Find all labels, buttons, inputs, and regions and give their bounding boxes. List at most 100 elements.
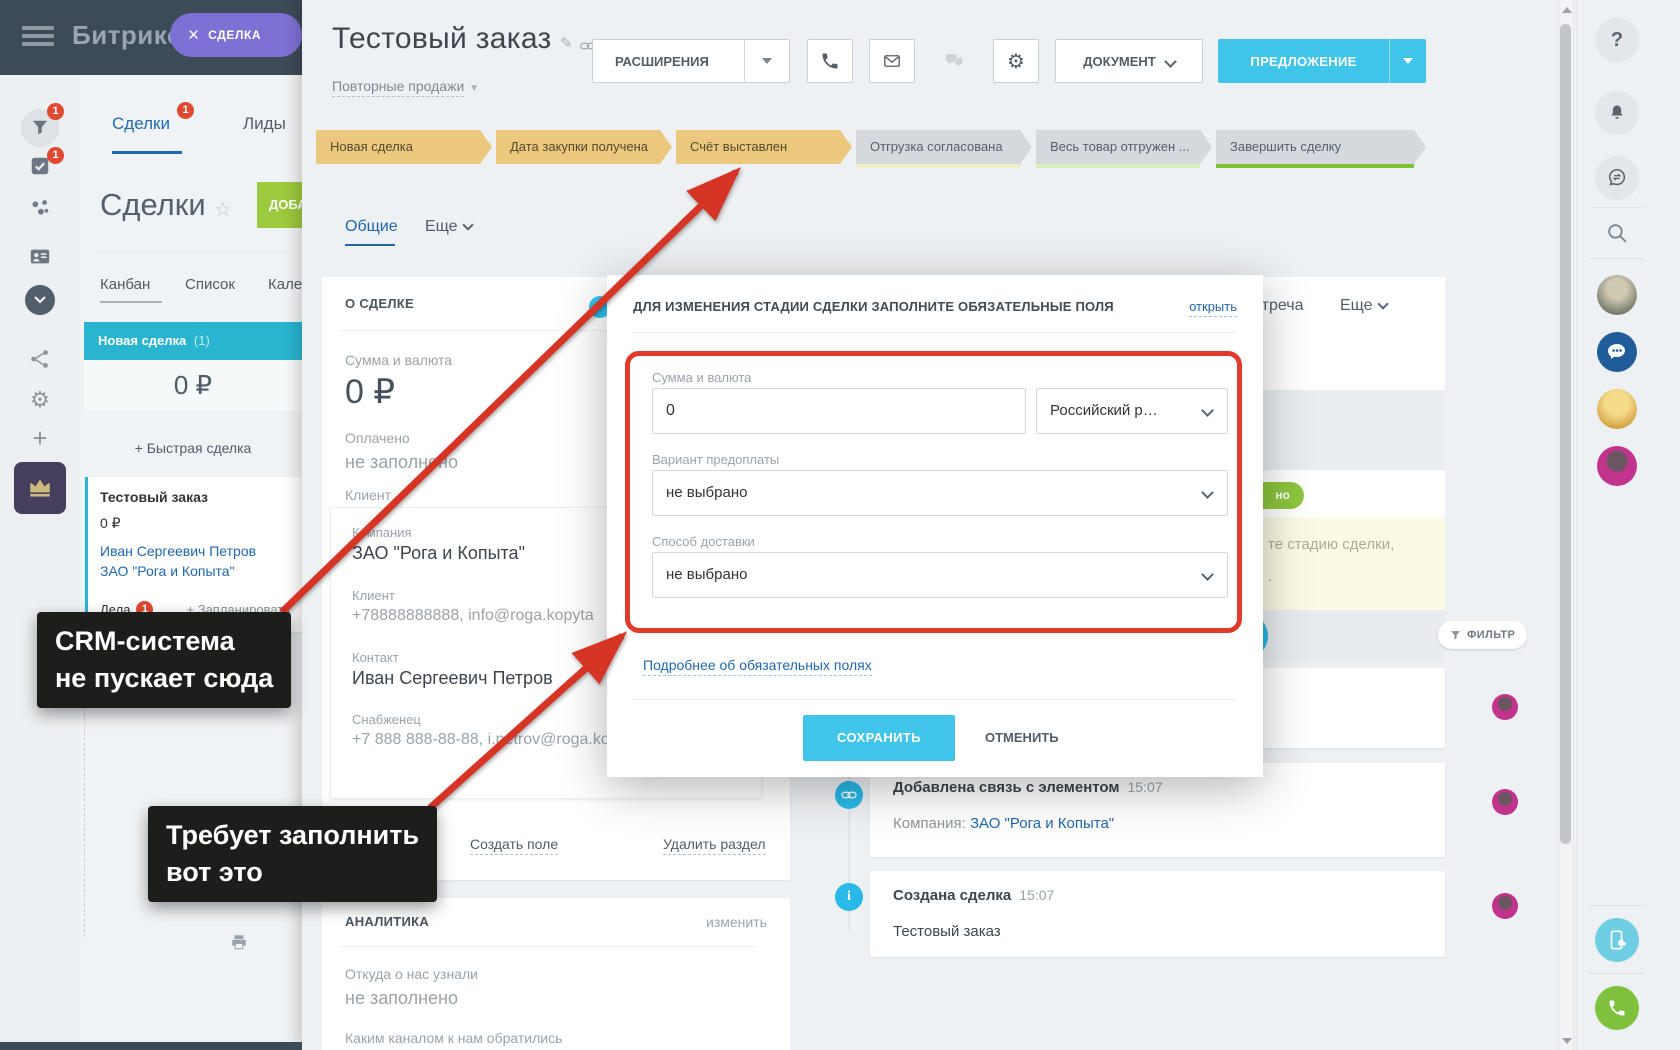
company-value[interactable]: ЗАО "Рога и Копыта"	[352, 543, 525, 564]
chat-button[interactable]	[931, 39, 977, 83]
filter-button[interactable]: ФИЛЬТР	[1438, 621, 1528, 649]
annotation-callout: Требует заполнить вот это	[148, 806, 438, 902]
kanban-column-header[interactable]: Новая сделка (1)	[84, 322, 302, 360]
scrollbar-thumb[interactable]	[1560, 24, 1571, 844]
view-list[interactable]: Список	[185, 276, 235, 293]
timeline-entry-title: Добавлена связь с элементом 15:07	[893, 779, 1163, 796]
document-button[interactable]: ДОКУМЕНТ	[1055, 39, 1203, 83]
search-icon[interactable]	[1605, 221, 1630, 246]
sidebar-item-settings[interactable]: ⚙	[0, 389, 80, 411]
deal-card-contact-link[interactable]: Иван Сергеевич Петров	[100, 541, 290, 561]
quick-deal-button[interactable]: + Быстрая сделка	[84, 440, 302, 456]
contact-value[interactable]: Иван Сергеевич Петров	[352, 668, 553, 689]
avatar	[1492, 694, 1518, 720]
supplier-value: +7 888 888-88-88, i.petrov@roga.kopyta	[352, 731, 640, 748]
section-title: О СДЕЛКЕ	[345, 296, 414, 311]
call-button[interactable]	[807, 39, 853, 83]
tab-deals[interactable]: Сделки	[112, 114, 170, 134]
avatar[interactable]	[1597, 275, 1637, 315]
sidebar-item-contacts[interactable]	[0, 245, 80, 267]
question-icon: ?	[1610, 28, 1624, 51]
sum-input[interactable]: 0	[652, 388, 1026, 434]
stage-accent	[1216, 164, 1414, 168]
crown-icon	[27, 475, 53, 501]
edit-analytics-link[interactable]: изменить	[706, 914, 767, 930]
extensions-button[interactable]: РАСШИРЕНИЯ	[592, 39, 790, 83]
sidebar-item-automation[interactable]	[0, 348, 80, 370]
sidebar-item-expand[interactable]	[0, 285, 80, 315]
chevron-down-icon	[1201, 568, 1214, 581]
deal-slider-chip[interactable]: × СДЕЛКА	[170, 13, 302, 57]
delivery-select[interactable]: не выбрано	[652, 552, 1228, 598]
stage-new[interactable]: Новая сделка	[316, 130, 492, 164]
stage-invoice[interactable]: Счёт выставлен	[676, 130, 852, 164]
notification-badge: 1	[47, 103, 64, 120]
annotation-callout: CRM-система не пускает сюда	[37, 612, 292, 708]
tab-general[interactable]: Общие	[345, 218, 398, 236]
deal-title: Тестовый заказ	[332, 22, 552, 55]
divider	[1590, 258, 1644, 259]
deal-card[interactable]: Тестовый заказ 0 ₽ Иван Сергеевич Петров…	[85, 477, 302, 632]
group-chat-icon	[1608, 344, 1625, 359]
tab-leads[interactable]: Лиды	[243, 114, 286, 134]
view-kanban[interactable]: Канбан	[100, 276, 150, 293]
group-chat-avatar[interactable]	[1597, 332, 1637, 372]
required-fields-help-link[interactable]: Подробнее об обязательных полях	[643, 657, 872, 676]
printer-icon[interactable]	[230, 933, 248, 951]
edit-icon[interactable]: ✎	[560, 34, 573, 52]
divider	[95, 251, 291, 252]
stage-close-deal[interactable]: Завершить сделку	[1216, 130, 1426, 164]
messenger-button[interactable]	[1595, 156, 1639, 200]
stage-goods-shipped[interactable]: Весь товар отгружен ...	[1036, 130, 1212, 164]
sidebar-item-tasks[interactable]: 1	[0, 147, 80, 177]
currency-select[interactable]: Российский р…	[1036, 388, 1228, 434]
timeline-card[interactable]	[870, 871, 1445, 957]
divider	[1588, 973, 1646, 974]
create-field-link[interactable]: Создать поле	[470, 836, 559, 855]
chevron-down-icon	[25, 285, 55, 315]
field-label: Вариант предоплаты	[652, 452, 780, 467]
extensions-dropdown[interactable]	[744, 40, 789, 82]
tab-more[interactable]: Еще	[425, 218, 474, 236]
open-link[interactable]: открыть	[1189, 299, 1237, 317]
tab-active-underline	[345, 244, 395, 246]
settings-button[interactable]: ⚙	[993, 39, 1039, 83]
cancel-button[interactable]: ОТМЕНИТЬ	[985, 715, 1059, 761]
divider	[1588, 905, 1646, 906]
sidebar-item-network[interactable]	[0, 197, 80, 219]
stage-purchase-date[interactable]: Дата закупки получена	[496, 130, 672, 164]
required-fields-highlight: Сумма и валюта 0 Российский р… Вариант п…	[625, 351, 1242, 633]
close-icon[interactable]: ×	[188, 26, 199, 45]
add-deal-button[interactable]: ДОБАВИТЬ	[257, 182, 302, 228]
timeline-card[interactable]	[870, 763, 1445, 857]
sidebar-item-premium[interactable]	[14, 462, 66, 514]
notifications-button[interactable]	[1595, 91, 1639, 135]
scroll-up-arrow[interactable]	[1562, 7, 1572, 13]
company-link[interactable]: ЗАО "Рога и Копыта"	[970, 815, 1114, 832]
sidebar-item-add[interactable]: +	[0, 425, 80, 451]
view-calendar[interactable]: Календарь	[268, 276, 302, 293]
pipeline-selector[interactable]: Повторные продажи ▼	[332, 78, 479, 97]
star-icon[interactable]: ☆	[214, 197, 232, 222]
scroll-down-arrow[interactable]	[1562, 1038, 1572, 1044]
help-button[interactable]: ?	[1595, 18, 1639, 62]
proposal-button[interactable]: ПРЕДЛОЖЕНИЕ	[1218, 39, 1426, 83]
prepay-select[interactable]: не выбрано	[652, 470, 1228, 516]
field-label: Оплачено	[345, 430, 410, 446]
avatar[interactable]	[1597, 389, 1637, 429]
mail-button[interactable]	[869, 39, 915, 83]
proposal-dropdown[interactable]	[1389, 39, 1426, 83]
timestamp: 15:07	[1127, 779, 1163, 795]
telephony-button[interactable]	[1595, 986, 1639, 1030]
sidebar-item-crm[interactable]: 1	[0, 103, 80, 147]
chip-label: СДЕЛКА	[208, 28, 262, 42]
gear-icon: ⚙	[30, 387, 50, 412]
mobile-app-button[interactable]	[1595, 918, 1639, 962]
menu-icon[interactable]	[22, 26, 54, 48]
stage-shipping-approved[interactable]: Отгрузка согласована	[856, 130, 1032, 164]
save-button[interactable]: СОХРАНИТЬ	[803, 715, 955, 761]
tab-activity-more[interactable]: Еще	[1340, 297, 1389, 315]
avatar[interactable]	[1597, 446, 1637, 486]
delete-section-link[interactable]: Удалить раздел	[663, 836, 766, 855]
deal-card-company-link[interactable]: ЗАО "Рога и Копыта"	[100, 561, 290, 581]
